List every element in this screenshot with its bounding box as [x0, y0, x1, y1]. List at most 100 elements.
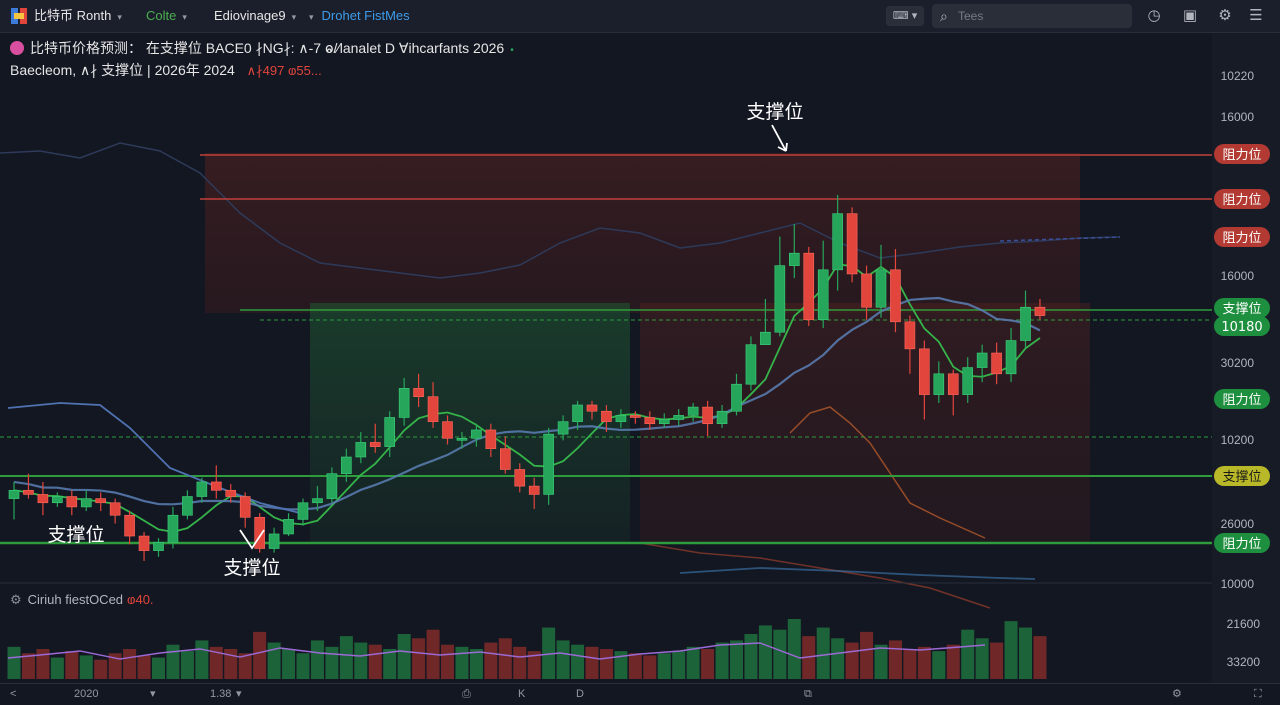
timeframe-selector[interactable]: Colte ▾ [146, 0, 187, 32]
fullscreen-icon[interactable]: ⛶ [1254, 684, 1262, 704]
indicators-label: Ediovinage9 [214, 8, 286, 23]
support-annotation: 支撑位 [746, 101, 803, 123]
price-tick-label: 10000 [1221, 577, 1255, 591]
volume-bar [903, 649, 917, 679]
keyboard-icon: ⌨ [892, 10, 909, 22]
price-tag-label: 阻力位 [1222, 193, 1261, 208]
volume-bar [715, 642, 729, 679]
volume-bar [325, 646, 339, 679]
candle-body [904, 321, 916, 350]
chevron-down-icon: ▾ [309, 12, 314, 22]
price-tick-label: 16000 [1221, 110, 1255, 124]
candle-body [23, 489, 34, 495]
settings-icon[interactable]: ⚙ [1172, 684, 1182, 704]
candle-body [976, 352, 988, 368]
resistance-zone [205, 153, 1080, 313]
volume-bar [296, 653, 310, 679]
settings-icon[interactable]: ⚙ [1215, 6, 1235, 26]
candle-body [254, 517, 265, 549]
lock-icon[interactable]: ▣ [1180, 6, 1200, 26]
volume-bar [354, 642, 368, 679]
price-tag-support: 阻力位 [1214, 533, 1270, 553]
volume-bar [773, 629, 787, 679]
volume-bar [744, 634, 758, 679]
candle-body [658, 419, 670, 425]
candle-body [760, 331, 771, 345]
compare-icon[interactable]: ⧉ [804, 684, 812, 704]
price-tick-label: 30200 [1221, 356, 1255, 370]
volume-bar [917, 646, 931, 679]
year-label: 2020 [74, 688, 99, 700]
indicators-menu[interactable]: Ediovinage9 ▾ [214, 0, 296, 32]
chevron-down-icon[interactable]: ▾ [236, 684, 242, 704]
candle-body [991, 352, 1002, 375]
symbol-selector[interactable]: 比特币 Ronth ▾ [34, 0, 122, 32]
candle-body [326, 473, 338, 499]
search-box[interactable]: ⌕ Tees [932, 4, 1132, 28]
bottom-button-d[interactable]: D [576, 684, 584, 704]
volume-gear-icon[interactable]: ⚙ [10, 592, 22, 607]
volume-bar [50, 657, 64, 679]
price-tag-label: 阻力位 [1222, 393, 1261, 408]
bottom-button-k[interactable]: K [518, 684, 525, 704]
candle-body [875, 269, 887, 308]
chart-canvas[interactable]: 10220 16000 16000 30200 10200 26000 10000 21600… [0, 33, 1280, 683]
volume-bar [571, 644, 585, 679]
search-input[interactable]: Tees [958, 4, 983, 28]
volume-bar [946, 644, 960, 679]
keyboard-shortcut-button[interactable]: ⌨ ▾ [886, 6, 924, 26]
clock-icon[interactable]: ◷ [1144, 6, 1164, 26]
candle [803, 246, 815, 326]
volume-bar [36, 649, 50, 679]
app-logo-icon[interactable] [10, 7, 28, 25]
chevron-down-icon[interactable]: ▾ [150, 684, 156, 704]
candle-body [947, 373, 959, 395]
volume-bar [195, 640, 209, 679]
volume-bar [932, 651, 946, 679]
candle-body [52, 496, 63, 504]
candle-body [716, 410, 728, 425]
price-tag-resistance: 阻力位 [1214, 189, 1270, 209]
price-tag-label: 阻力位 [1222, 231, 1261, 246]
menu-icon[interactable]: ☰ [1246, 6, 1266, 26]
volume-bar [412, 638, 426, 679]
support-annotation: 支撑位 [223, 557, 280, 579]
chart-legend-line1: 比特币价格预测： 在支撑位 BACE0 ∤NG∤: ∧-7 ⱺ/∕lanalet… [10, 38, 514, 58]
drawing-tools-menu[interactable]: ▾ Drohet FistMes [309, 0, 410, 32]
volume-bar [441, 644, 454, 679]
volume-bar [787, 619, 801, 679]
price-tag-support: 10180 [1214, 316, 1270, 336]
zoom-level[interactable]: 1.38 [210, 684, 231, 704]
candle-body [788, 252, 800, 266]
candle-body [456, 437, 468, 441]
scroll-left-button[interactable]: < [10, 684, 16, 704]
candle [254, 513, 265, 553]
candle-body [572, 404, 583, 422]
candle-body [962, 367, 974, 395]
volume-bar [397, 634, 411, 679]
volume-legend: ⚙ Ciriuh fiestOCed ⱷ40. [10, 592, 154, 608]
candle-body [803, 252, 815, 321]
candle-body [312, 498, 323, 504]
candle-body [528, 485, 540, 495]
support-annotation: 支撑位 [47, 524, 104, 546]
chart-legend-line2: Baecleom, ∧∤ 支撑位 | 2026年 2024 ∧∤497 ⱷ55.… [10, 60, 322, 80]
candle-body [268, 533, 280, 549]
candle-body [182, 496, 193, 516]
volume-bar [484, 642, 498, 679]
volume-bar [455, 646, 469, 679]
volume-bar [310, 640, 324, 679]
volume-bar [137, 655, 151, 679]
bottom-toolbar: < 2020 ▾ 1.38 ▾ ⎙ K D ⧉ ⚙ ⛶ [0, 683, 1280, 705]
volume-value: ⱷ40. [127, 592, 154, 607]
candle-body [355, 442, 367, 458]
candle-body [615, 415, 627, 422]
volume-bar [368, 644, 382, 679]
search-icon: ⌕ [940, 8, 948, 24]
candle-body [80, 498, 92, 508]
price-chart[interactable]: 10220 16000 16000 30200 10200 26000 10000 21600… [0, 33, 1280, 683]
snapshot-icon[interactable]: ⎙ [462, 684, 471, 704]
volume-bar [672, 651, 686, 679]
candle-body [211, 481, 222, 491]
price-tag-label: 支撑位 [1222, 302, 1261, 317]
